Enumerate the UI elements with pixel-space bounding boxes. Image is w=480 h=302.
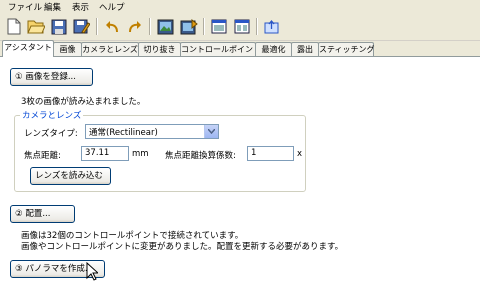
assistant-panel: ① 画像を登録... 3枚の画像が読み込まれました。 カメラとレンズ レンズタイ… xyxy=(0,56,480,302)
upload-icon[interactable] xyxy=(261,16,282,37)
lens-type-label: レンズタイプ: xyxy=(24,129,78,139)
tab-assistant[interactable]: アシスタント xyxy=(2,40,54,57)
toolbar xyxy=(0,13,480,41)
menu-help[interactable]: ヘルプ xyxy=(99,1,125,13)
lens-type-value: 通常(Rectilinear) xyxy=(89,128,158,138)
control-points-window-icon[interactable] xyxy=(231,16,252,37)
crop-factor-unit: x xyxy=(297,149,303,159)
fast-preview-icon[interactable] xyxy=(178,16,199,37)
redo-icon[interactable] xyxy=(124,16,145,37)
save-as-icon[interactable] xyxy=(71,16,92,37)
update-needed-message: 画像やコントロールポイントに変更がありました。配置を更新する必要があります。 xyxy=(21,242,344,252)
crop-factor-label: 焦点距離換算係数: xyxy=(165,151,236,161)
tab-bar: アシスタント 画像 カメラとレンズ 切り抜き コントロールポイント 最適化 露出… xyxy=(0,40,480,57)
load-lens-button[interactable]: レンズを読み込む xyxy=(30,167,111,185)
tab-exposure[interactable]: 露出 xyxy=(291,42,319,56)
preview-icon[interactable] xyxy=(155,16,176,37)
menu-file[interactable]: ファイル xyxy=(8,1,42,13)
tab-crop[interactable]: 切り抜き xyxy=(138,42,181,56)
focal-length-input[interactable]: 37.11 xyxy=(81,146,129,161)
lens-type-select[interactable]: 通常(Rectilinear) xyxy=(85,124,219,139)
mouse-cursor-icon xyxy=(86,262,98,281)
save-icon[interactable] xyxy=(48,16,69,37)
tab-control-points[interactable]: コントロールポイント xyxy=(180,42,261,56)
chevron-down-icon[interactable] xyxy=(204,125,218,138)
focal-length-label: 焦点距離: xyxy=(24,151,61,161)
tab-camera-lens[interactable]: カメラとレンズ xyxy=(81,42,139,56)
open-icon[interactable] xyxy=(25,16,46,37)
crop-factor-input[interactable]: 1 xyxy=(247,146,294,161)
tab-stitching[interactable]: スティッチング xyxy=(318,42,375,56)
menu-edit[interactable]: 編集 xyxy=(44,1,61,13)
tab-images[interactable]: 画像 xyxy=(53,42,82,56)
new-icon[interactable] xyxy=(3,16,24,37)
camera-lens-group-title: カメラとレンズ xyxy=(20,109,84,121)
load-images-button[interactable]: ① 画像を登録... xyxy=(10,68,93,86)
tab-optimize[interactable]: 最適化 xyxy=(255,42,292,56)
align-button[interactable]: ② 配置... xyxy=(10,205,75,223)
undo-icon[interactable] xyxy=(101,16,122,37)
images-loaded-message: 3枚の画像が読み込まれました。 xyxy=(21,97,146,107)
images-window-icon[interactable] xyxy=(208,16,229,37)
focal-length-unit: mm xyxy=(132,149,149,159)
menu-view[interactable]: 表示 xyxy=(72,1,89,13)
menu-bar: ファイル 編集 表示 ヘルプ xyxy=(0,0,480,13)
